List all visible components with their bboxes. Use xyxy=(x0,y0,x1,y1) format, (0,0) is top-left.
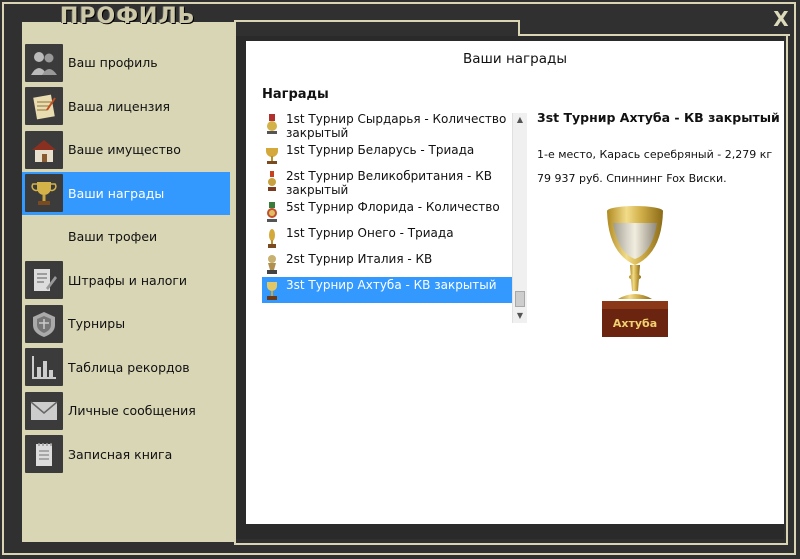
medal-icon xyxy=(267,114,277,134)
list-item-label: 1st Турнир Сырдарья - Количество закрыты… xyxy=(286,112,507,140)
trophies-icon xyxy=(25,218,63,256)
trophy-cup-icon: Ахтуба xyxy=(602,206,668,337)
sidebar-item-notebook[interactable]: Записная книга xyxy=(22,433,230,477)
cup-icon xyxy=(267,282,277,300)
scroll-thumb[interactable] xyxy=(515,291,525,307)
divider xyxy=(234,20,520,22)
medal-icon xyxy=(268,171,276,191)
list-item[interactable]: 2st Турнир Италия - КВ xyxy=(262,251,514,277)
list-item[interactable]: 1st Турнир Беларусь - Триада xyxy=(262,142,514,168)
list-item[interactable]: 1st Турнир Онего - Триада xyxy=(262,225,514,251)
sidebar-item-messages[interactable]: Личные сообщения xyxy=(22,389,230,433)
list-item-label: 2st Турнир Великобритания - КВ закрытый xyxy=(286,169,492,197)
medal-icon xyxy=(267,202,277,222)
sidebar-item-label: Ваша лицензия xyxy=(68,98,171,114)
medal-icon xyxy=(268,229,276,248)
list-item-selected[interactable]: 3st Турнир Ахтуба - КВ закрытый xyxy=(262,277,514,303)
sidebar-nav: Ваш профиль Ваша лицензия Ваше имущество… xyxy=(22,41,230,476)
list-item-label: 1st Турнир Беларусь - Триада xyxy=(286,143,475,157)
tournament-badge-icon xyxy=(25,304,63,343)
house-icon xyxy=(25,130,63,169)
users-icon xyxy=(25,43,63,82)
scroll-up-icon[interactable]: ▲ xyxy=(513,113,527,127)
bar-chart-icon xyxy=(25,348,63,387)
sidebar-item-label: Ваши награды xyxy=(68,185,165,201)
awards-list[interactable]: 1st Турнир Сырдарья - Количество закрыты… xyxy=(262,111,514,323)
license-icon xyxy=(25,87,63,126)
list-item-label: 5st Турнир Флорида - Количество xyxy=(286,200,500,214)
sidebar-item-tournaments[interactable]: Турниры xyxy=(22,302,230,346)
list-item-label: 3st Турнир Ахтуба - КВ закрытый xyxy=(286,278,497,292)
envelope-icon xyxy=(25,391,63,430)
sidebar-item-label: Записная книга xyxy=(68,446,173,462)
awards-panel: Ваши награды Награды 1st Турнир Сырдарья… xyxy=(246,41,784,524)
section-label: Награды xyxy=(262,87,329,102)
sidebar-item-license[interactable]: Ваша лицензия xyxy=(22,85,230,129)
list-scrollbar[interactable]: ▲ ▼ xyxy=(512,113,527,323)
award-detail-title: 3st Турнир Ахтуба - КВ закрытый xyxy=(537,110,780,125)
notepad-icon xyxy=(25,435,63,474)
award-detail-prize: 79 937 руб. Спиннинг Fox Виски. xyxy=(537,172,727,185)
list-item[interactable]: 2st Турнир Великобритания - КВ закрытый xyxy=(262,168,514,199)
list-item-label: 1st Турнир Онего - Триада xyxy=(286,226,454,240)
cup-icon xyxy=(266,148,278,164)
sidebar-item-label: Ваше имущество xyxy=(68,142,181,158)
close-button[interactable]: X xyxy=(772,9,790,29)
sidebar-item-label: Ваш профиль xyxy=(68,55,158,71)
page-title: Ваши награды xyxy=(463,51,567,67)
sidebar-item-profile[interactable]: Ваш профиль xyxy=(22,41,230,85)
sidebar-item-label: Таблица рекордов xyxy=(68,359,190,375)
sidebar-item-awards[interactable]: Ваши награды xyxy=(22,171,230,215)
sidebar-item-label: Турниры xyxy=(68,316,126,332)
sidebar-item-label: Штрафы и налоги xyxy=(68,272,188,288)
list-item-label: 2st Турнир Италия - КВ xyxy=(286,252,433,266)
medal-icon xyxy=(267,255,277,274)
sidebar-item-property[interactable]: Ваше имущество xyxy=(22,128,230,172)
divider xyxy=(234,543,788,545)
award-detail-result: 1-е место, Карась серебряный - 2,279 кг xyxy=(537,148,773,161)
scroll-down-icon[interactable]: ▼ xyxy=(513,309,527,323)
divider xyxy=(786,34,788,544)
sidebar-item-trophies[interactable]: Ваши трофеи xyxy=(22,215,230,259)
sidebar-item-records[interactable]: Таблица рекордов xyxy=(22,346,230,390)
sidebar-item-fines[interactable]: Штрафы и налоги xyxy=(22,259,230,303)
sidebar-item-label: Ваши трофеи xyxy=(68,229,158,245)
document-edit-icon xyxy=(25,261,63,300)
list-item[interactable]: 5st Турнир Флорида - Количество xyxy=(262,199,514,225)
list-item[interactable]: 1st Турнир Сырдарья - Количество закрыты… xyxy=(262,111,514,142)
trophy-icon xyxy=(25,174,63,213)
window-title: ПРОФИЛЬ xyxy=(60,4,196,29)
sidebar-item-label: Личные сообщения xyxy=(68,403,196,419)
trophy-label: Ахтуба xyxy=(613,317,657,330)
